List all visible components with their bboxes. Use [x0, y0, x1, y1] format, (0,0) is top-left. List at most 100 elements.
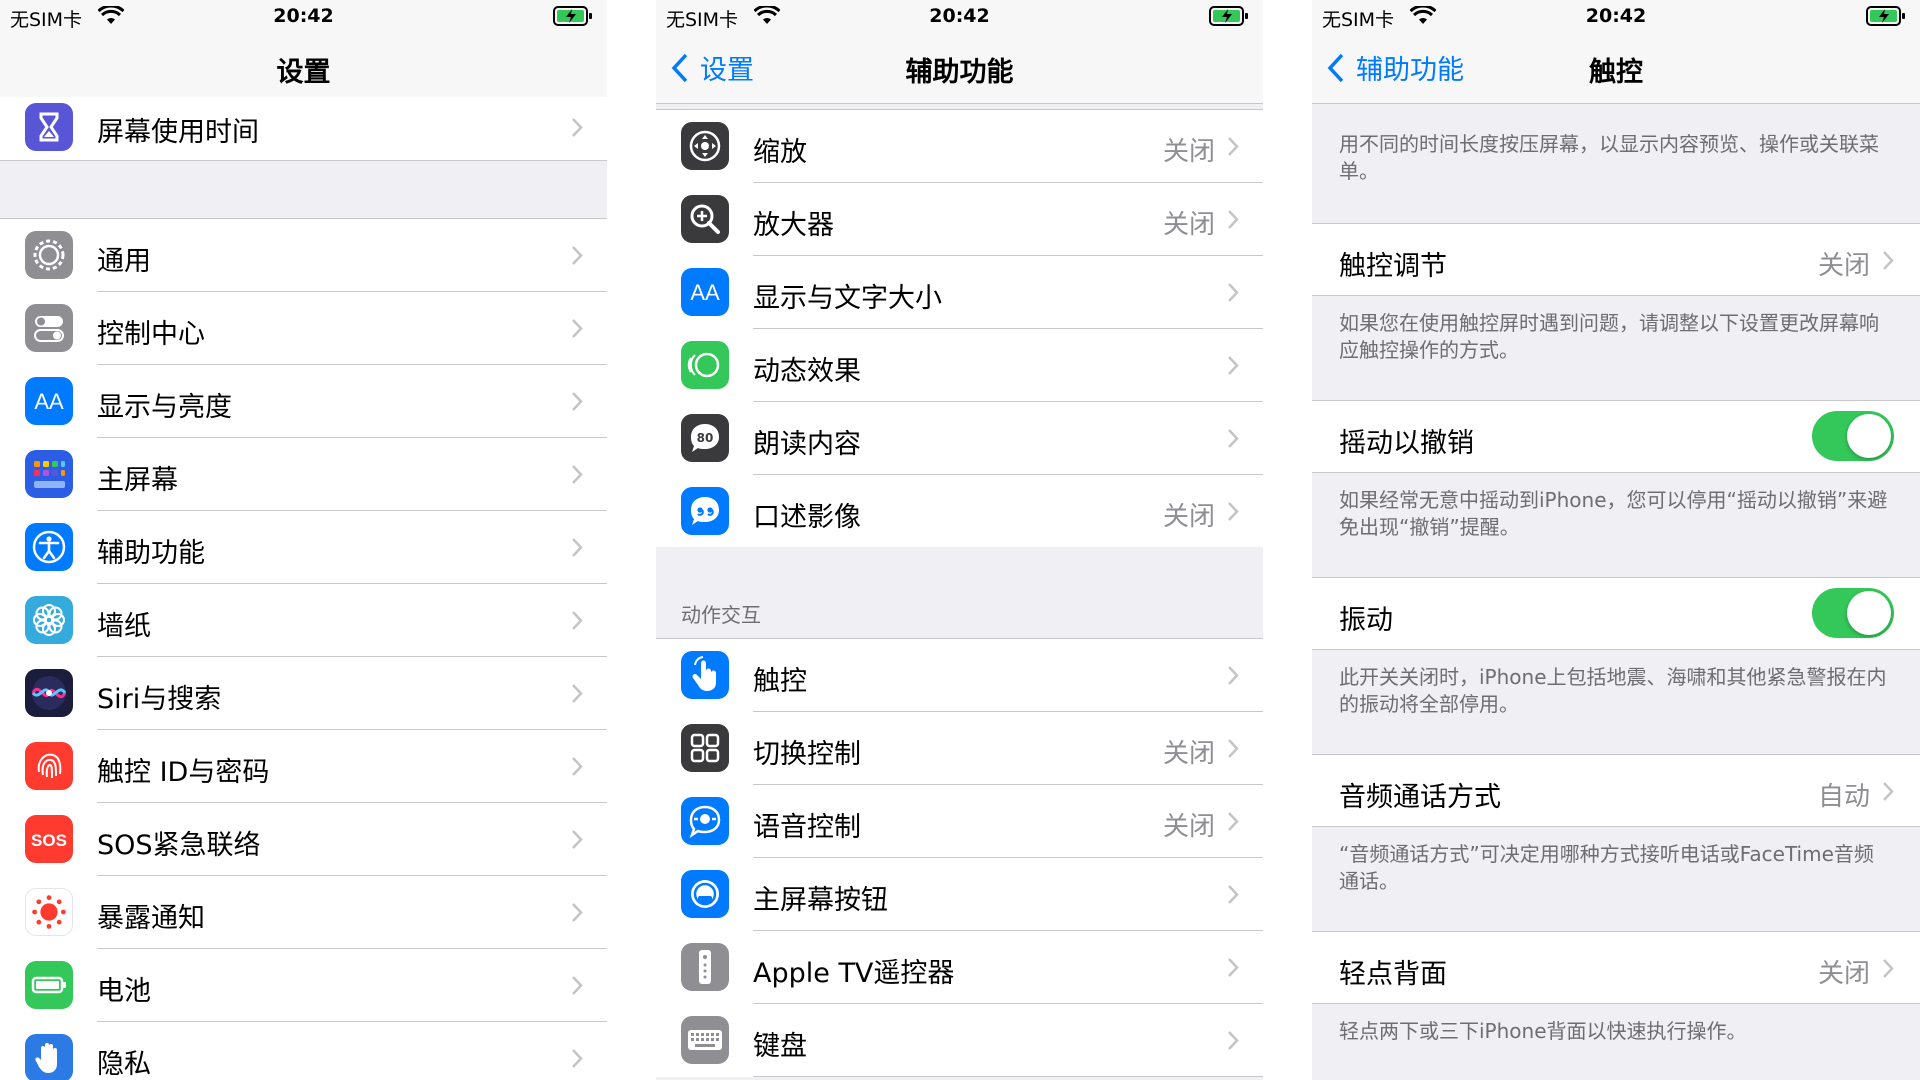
row-separator — [0, 160, 607, 161]
settings-screen: 无SIM卡 20:42 设置 屏幕使用时间 通用 控制中心 AA 显示与亮度 主屏幕 辅助… — [0, 0, 607, 1080]
interaction-section: 动作交互 触控 切换控制 关闭 语音控制 关闭 主屏幕按钮 Apple TV遥控器 键盘 — [656, 547, 1263, 1077]
row-label: 音频通话方式 — [1339, 782, 1501, 813]
page-title: 触控 — [1589, 57, 1643, 88]
toggles-icon — [25, 304, 73, 352]
a11y-item-magnifier[interactable]: 放大器 关闭 — [656, 183, 1263, 256]
chevron-right-icon — [572, 319, 583, 338]
settings-item-screen-time[interactable]: 屏幕使用时间 — [0, 97, 607, 161]
hourglass-icon — [25, 103, 73, 151]
status-time: 20:42 — [929, 5, 990, 27]
row-label: 主屏幕按钮 — [753, 885, 888, 916]
settings-nav-bar: 设置 — [0, 32, 607, 104]
voice-control-icon — [681, 797, 729, 845]
settings-item-siri[interactable]: Siri与搜索 — [0, 657, 607, 730]
a11y-item-audio-description[interactable]: 口述影像 关闭 — [656, 475, 1263, 548]
chevron-right-icon — [1228, 885, 1239, 904]
chevron-right-icon — [1228, 137, 1239, 156]
a11y-item-motion[interactable]: 动态效果 — [656, 329, 1263, 402]
settings-item-text-size[interactable]: AA 显示与亮度 — [0, 365, 607, 438]
chevron-right-icon — [1228, 1031, 1239, 1050]
row-separator — [753, 1076, 1263, 1077]
row-label: 墙纸 — [97, 611, 151, 642]
chevron-right-icon — [572, 976, 583, 995]
motion-icon — [681, 341, 729, 389]
settings-item-flower[interactable]: 墙纸 — [0, 584, 607, 657]
a11y-item-voice-control[interactable]: 语音控制 关闭 — [656, 785, 1263, 858]
settings-item-gear[interactable]: 通用 — [0, 219, 607, 292]
a11y-item-text-size[interactable]: AA 显示与文字大小 — [656, 256, 1263, 329]
accessibility-icon — [25, 523, 73, 571]
a11y-item-switch-grid[interactable]: 切换控制 关闭 — [656, 712, 1263, 785]
settings-item-home-grid[interactable]: 主屏幕 — [0, 438, 607, 511]
chevron-right-icon — [572, 611, 583, 630]
row-value: 关闭 — [1162, 137, 1215, 167]
chevron-right-icon — [572, 392, 583, 411]
row-label: 切换控制 — [753, 739, 861, 770]
accessibility-nav-bar: 设置 辅助功能 — [656, 32, 1263, 104]
chevron-right-icon — [1228, 666, 1239, 685]
row-value: 关闭 — [1162, 812, 1215, 842]
interaction-list: 触控 切换控制 关闭 语音控制 关闭 主屏幕按钮 Apple TV遥控器 键盘 — [656, 639, 1263, 1077]
a11y-item-home-button[interactable]: 主屏幕按钮 — [656, 858, 1263, 931]
row-footer-text: 轻点两下或三下iPhone背面以快速执行操作。 — [1312, 1004, 1920, 1080]
chevron-right-icon — [572, 246, 583, 265]
home-grid-icon — [25, 450, 73, 498]
row-footer-text: 此开关关闭时，iPhone上包括地震、海啸和其他紧急警报在内的振动将全部停用。 — [1312, 650, 1920, 754]
settings-item-label: 屏幕使用时间 — [97, 117, 259, 148]
row-value: 关闭 — [1162, 739, 1215, 769]
settings-item-battery[interactable]: 电池 — [0, 949, 607, 1022]
row-value: 关闭 — [1162, 502, 1215, 532]
a11y-item-speech[interactable]: 80 朗读内容 — [656, 402, 1263, 475]
back-tap-row[interactable]: 轻点背面 关闭 — [1312, 931, 1920, 1004]
hand-icon — [25, 1034, 73, 1080]
settings-item-toggles[interactable]: 控制中心 — [0, 292, 607, 365]
chevron-right-icon — [1228, 210, 1239, 229]
touch-accommodations-row[interactable]: 触控调节 关闭 — [1312, 223, 1920, 296]
toggle-switch[interactable] — [1812, 411, 1894, 461]
row-label: 口述影像 — [753, 502, 861, 533]
accessibility-screen: 无SIM卡 20:42 设置 辅助功能 缩放 关闭 放大器 关闭 AA 显示与文字大小 动态… — [656, 0, 1263, 1080]
chevron-right-icon — [1228, 502, 1239, 521]
row-value: 关闭 — [1817, 959, 1870, 989]
settings-item-fingerprint[interactable]: 触控 ID与密码 — [0, 730, 607, 803]
chevron-right-icon — [572, 903, 583, 922]
row-label: 主屏幕 — [97, 465, 178, 496]
sos-icon: SOS — [25, 815, 73, 863]
vibration-row[interactable]: 振动 — [1312, 577, 1920, 650]
battery-icon — [25, 961, 73, 1009]
chevron-right-icon — [572, 1049, 583, 1068]
status-bar: 无SIM卡 20:42 — [656, 0, 1263, 32]
row-label: 语音控制 — [753, 812, 861, 843]
svg-text:80: 80 — [697, 431, 714, 445]
chevron-right-icon — [572, 465, 583, 484]
switch-grid-icon — [681, 724, 729, 772]
zoom-icon — [681, 122, 729, 170]
row-value: 关闭 — [1162, 210, 1215, 240]
fingerprint-icon — [25, 742, 73, 790]
section-header: 动作交互 — [656, 547, 1263, 639]
a11y-item-touch-hand[interactable]: 触控 — [656, 639, 1263, 712]
shake-to-undo-row[interactable]: 摇动以撤销 — [1312, 400, 1920, 473]
vision-list: 缩放 关闭 放大器 关闭 AA 显示与文字大小 动态效果 80 朗读内容口述影像 关闭 — [656, 109, 1263, 548]
settings-item-hand[interactable]: 隐私 — [0, 1022, 607, 1080]
call-audio-routing-row[interactable]: 音频通话方式 自动 — [1312, 754, 1920, 827]
row-label: 轻点背面 — [1339, 959, 1447, 990]
touch-nav-bar: 辅助功能 触控 — [1312, 32, 1920, 104]
chevron-right-icon — [1228, 356, 1239, 375]
text-size-icon: AA — [681, 268, 729, 316]
row-label: Siri与搜索 — [97, 684, 222, 715]
a11y-item-keyboard[interactable]: 键盘 — [656, 1004, 1263, 1077]
chevron-right-icon — [572, 118, 583, 137]
row-label: 控制中心 — [97, 319, 205, 350]
svg-text:SOS: SOS — [31, 831, 67, 850]
settings-item-accessibility[interactable]: 辅助功能 — [0, 511, 607, 584]
row-label: 触控 ID与密码 — [97, 757, 270, 788]
gear-icon — [25, 231, 73, 279]
toggle-switch[interactable] — [1812, 588, 1894, 638]
settings-item-sos[interactable]: SOS SOS紧急联络 — [0, 803, 607, 876]
a11y-item-remote[interactable]: Apple TV遥控器 — [656, 931, 1263, 1004]
row-label: 通用 — [97, 246, 151, 277]
status-time: 20:42 — [1585, 5, 1647, 27]
a11y-item-zoom[interactable]: 缩放 关闭 — [656, 110, 1263, 183]
settings-item-exposure[interactable]: 暴露通知 — [0, 876, 607, 949]
